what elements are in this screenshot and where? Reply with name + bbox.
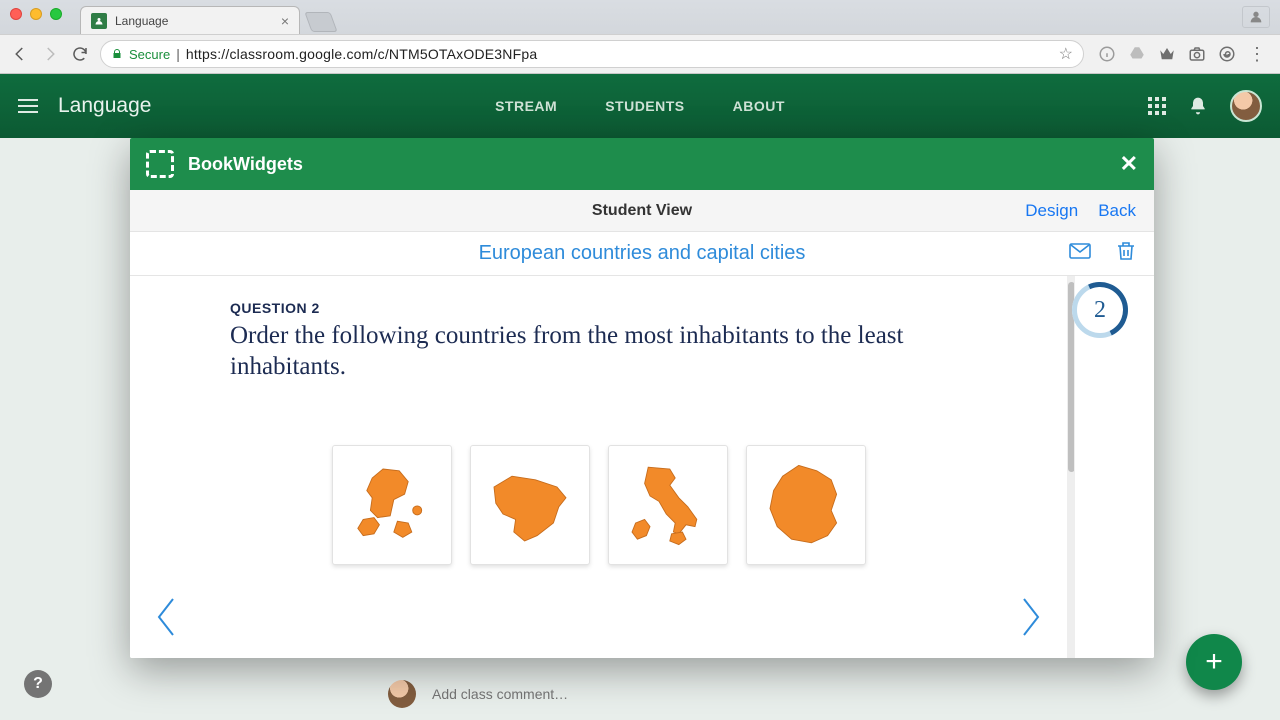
- bookmark-star-icon[interactable]: ☆: [1059, 44, 1073, 64]
- question-label: QUESTION 2: [230, 300, 1007, 316]
- bookwidgets-modal: BookWidgets ✕ Student View Design Back E…: [130, 138, 1154, 658]
- nav-reload-button[interactable]: [70, 44, 90, 64]
- mac-close-dot[interactable]: [10, 8, 22, 20]
- trash-icon[interactable]: [1114, 239, 1138, 268]
- lock-icon: [111, 48, 123, 60]
- quiz-body: QUESTION 2 Order the following countries…: [130, 276, 1154, 658]
- nav-students[interactable]: STUDENTS: [605, 98, 684, 114]
- browser-toolbar: Secure | https://classroom.google.com/c/…: [0, 34, 1280, 74]
- country-card-belgium[interactable]: [470, 445, 590, 565]
- fake-scrollbar[interactable]: [1067, 276, 1074, 658]
- mac-zoom-dot[interactable]: [50, 8, 62, 20]
- bookwidgets-logo-icon: [146, 150, 174, 178]
- chrome-menu-icon[interactable]: ⋮: [1248, 45, 1266, 63]
- chrome-profile-button[interactable]: [1242, 6, 1270, 28]
- url-separator: |: [176, 46, 180, 62]
- classroom-header: Language STREAM STUDENTS ABOUT: [0, 74, 1280, 138]
- subheader-title: Student View: [592, 202, 692, 220]
- modal-subheader: Student View Design Back: [130, 190, 1154, 232]
- quiz-content: QUESTION 2 Order the following countries…: [130, 276, 1067, 658]
- mail-icon[interactable]: [1068, 239, 1092, 268]
- create-fab-button[interactable]: +: [1186, 634, 1242, 690]
- class-comment-input[interactable]: [430, 685, 1210, 703]
- next-question-button[interactable]: [1017, 597, 1043, 642]
- secure-label: Secure: [129, 47, 170, 62]
- browser-tabstrip: Language ×: [0, 0, 1280, 34]
- new-tab-button[interactable]: [304, 12, 337, 32]
- nav-stream[interactable]: STREAM: [495, 98, 557, 114]
- country-card-france[interactable]: [746, 445, 866, 565]
- country-cards-row: [230, 445, 1007, 565]
- extension-info-icon[interactable]: [1098, 45, 1116, 63]
- comment-avatar: [388, 680, 416, 708]
- help-button[interactable]: ?: [24, 670, 52, 698]
- modal-header: BookWidgets ✕: [130, 138, 1154, 190]
- class-nav: STREAM STUDENTS ABOUT: [495, 98, 785, 114]
- classroom-favicon-icon: [91, 13, 107, 29]
- user-avatar[interactable]: [1230, 90, 1262, 122]
- modal-brand: BookWidgets: [188, 154, 303, 175]
- extension-swirl-icon[interactable]: [1218, 45, 1236, 63]
- browser-tab-active[interactable]: Language ×: [80, 6, 300, 34]
- question-counter: 2: [1072, 282, 1128, 338]
- extension-drive-icon[interactable]: [1128, 45, 1146, 63]
- country-card-italy[interactable]: [608, 445, 728, 565]
- design-link[interactable]: Design: [1025, 201, 1078, 221]
- back-link[interactable]: Back: [1098, 201, 1136, 221]
- mac-traffic-lights: [10, 8, 62, 20]
- modal-close-button[interactable]: ✕: [1120, 151, 1138, 177]
- url-text: https://classroom.google.com/c/NTM5OTAxO…: [186, 46, 537, 62]
- extension-crown-icon[interactable]: [1158, 45, 1176, 63]
- quiz-title-row: European countries and capital cities: [130, 232, 1154, 276]
- counter-value: 2: [1094, 297, 1106, 324]
- notifications-icon[interactable]: [1188, 96, 1208, 116]
- extension-camera-icon[interactable]: [1188, 45, 1206, 63]
- menu-hamburger-icon[interactable]: [18, 99, 38, 113]
- country-card-denmark[interactable]: [332, 445, 452, 565]
- mac-minimize-dot[interactable]: [30, 8, 42, 20]
- tab-close-icon[interactable]: ×: [281, 13, 289, 29]
- nav-back-button[interactable]: [10, 44, 30, 64]
- nav-forward-button[interactable]: [40, 44, 60, 64]
- tab-title: Language: [115, 14, 168, 28]
- quiz-title[interactable]: European countries and capital cities: [479, 242, 806, 265]
- extension-icons: ⋮: [1094, 45, 1270, 63]
- class-title: Language: [58, 94, 151, 118]
- question-text: Order the following countries from the m…: [230, 320, 1007, 383]
- omnibox[interactable]: Secure | https://classroom.google.com/c/…: [100, 40, 1084, 68]
- comment-bar: [388, 676, 1210, 712]
- nav-about[interactable]: ABOUT: [733, 98, 785, 114]
- prev-question-button[interactable]: [154, 597, 180, 642]
- google-apps-icon[interactable]: [1148, 97, 1166, 115]
